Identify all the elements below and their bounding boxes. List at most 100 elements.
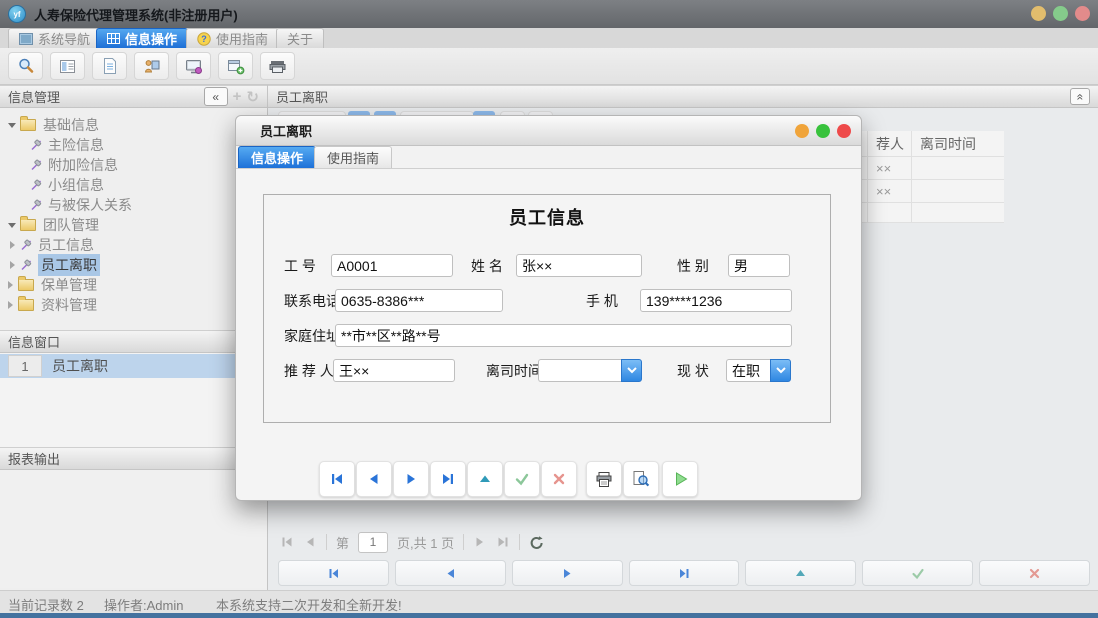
search-button[interactable] [8,52,43,80]
emp-no-input[interactable] [331,254,453,277]
top-button[interactable] [745,560,856,586]
form-view-button[interactable] [50,52,85,80]
collapse-panel-button[interactable]: « [1070,88,1090,105]
folder-icon [20,119,36,131]
tree-item-rider-insurance[interactable]: 附加险信息 [0,155,267,175]
tab-info-ops[interactable]: 信息操作 [96,28,188,48]
monitor-button[interactable] [176,52,211,80]
tree-item-employee-leave[interactable]: 员工离职 [0,255,267,275]
form-view-icon [59,58,77,75]
dialog-minimize-button[interactable] [795,124,809,138]
next-page-icon[interactable] [473,535,487,549]
window-controls [1031,6,1090,21]
cancel-button[interactable] [979,560,1090,586]
agent-board-button[interactable] [134,52,169,80]
minimize-button[interactable] [1031,6,1046,21]
document-button[interactable] [92,52,127,80]
preview-button[interactable] [623,461,659,497]
next-record-button[interactable] [512,560,623,586]
document-icon [102,57,118,75]
confirm-button[interactable] [504,461,540,497]
monitor-icon [185,58,203,75]
tab-about[interactable]: 关于 [276,28,324,48]
dialog-close-button[interactable] [837,124,851,138]
prev-record-button[interactable] [356,461,392,497]
top-button[interactable] [467,461,503,497]
tel-input[interactable] [335,289,503,312]
print-button[interactable] [586,461,622,497]
collapsed-arrow-icon[interactable] [10,241,15,249]
status-input[interactable] [726,359,770,382]
dialog-tab-guide[interactable]: 使用指南 [314,146,392,168]
referrer-input[interactable] [333,359,455,382]
collapsed-arrow-icon[interactable] [8,301,13,309]
dialog-tab-info-ops[interactable]: 信息操作 [238,146,316,168]
printer-button[interactable] [260,52,295,80]
tree-item-employee-info[interactable]: 员工信息 [0,235,267,255]
tree-folder-team-mgmt[interactable]: 团队管理 [0,215,267,235]
last-record-button[interactable] [629,560,740,586]
referrer-group: 推 荐 人 [284,359,334,383]
tree-folder-data-mgmt[interactable]: 资料管理 [0,295,267,315]
collapsed-arrow-icon[interactable] [10,261,15,269]
info-window-row[interactable]: 1 员工离职 [0,354,267,378]
tree-item-insured-relation[interactable]: 与被保人关系 [0,195,267,215]
preview-icon [632,470,650,488]
tab-user-guide[interactable]: ? 使用指南 [186,28,279,48]
leave-date-combo[interactable] [538,359,642,382]
collapsed-arrow-icon[interactable] [8,281,13,289]
name-input[interactable] [516,254,642,277]
prev-record-button[interactable] [395,560,506,586]
divider [519,534,520,550]
cancel-button[interactable] [541,461,577,497]
dropdown-button[interactable] [770,359,791,382]
dialog-maximize-button[interactable] [816,124,830,138]
row-label: 员工离职 [52,356,108,376]
search-icon [17,57,35,75]
tab-label: 使用指南 [216,29,268,48]
tree-folder-basic-info[interactable]: 基础信息 [0,115,267,135]
gender-group: 性 别 [677,254,709,278]
first-page-icon[interactable] [280,535,294,549]
leave-date-label: 离司时间 [486,361,542,381]
grid-icon [107,33,120,44]
tree-label: 主险信息 [48,135,104,155]
status-combo[interactable] [726,359,791,382]
mobile-group: 手 机 [586,289,618,313]
prev-page-icon[interactable] [303,535,317,549]
new-window-button[interactable] [218,52,253,80]
gender-input[interactable] [728,254,790,277]
tool-icon [30,159,42,171]
tab-system-nav[interactable]: 系统导航 [8,28,101,48]
next-record-button[interactable] [393,461,429,497]
tree-item-main-insurance[interactable]: 主险信息 [0,135,267,155]
leave-date-input[interactable] [538,359,621,382]
name-group: 姓 名 [471,254,503,278]
dropdown-button[interactable] [621,359,642,382]
pager-post-label: 页,共 1 页 [397,533,454,552]
employee-leave-dialog: 员工离职 信息操作 使用指南 员工信息 工 号 姓 名 性 别 联系电话 手 机 [235,115,862,501]
refresh-icon[interactable] [529,535,544,550]
col-referrer[interactable]: 荐人 [868,131,912,157]
addr-input[interactable] [335,324,792,347]
confirm-button[interactable] [862,560,973,586]
first-record-button[interactable] [319,461,355,497]
expand-arrow-icon[interactable] [8,223,16,228]
tree-item-group-info[interactable]: 小组信息 [0,175,267,195]
last-record-button[interactable] [430,461,466,497]
collapse-sidebar-button[interactable]: « [204,87,228,106]
first-record-button[interactable] [278,560,389,586]
record-count: 当前记录数 2 [8,595,84,614]
maximize-button[interactable] [1053,6,1068,21]
page-number-input[interactable] [358,532,388,553]
expand-arrow-icon[interactable] [8,123,16,128]
dialog-title-bar[interactable]: 员工离职 [236,116,861,146]
tree-folder-policy-mgmt[interactable]: 保单管理 [0,275,267,295]
close-button[interactable] [1075,6,1090,21]
last-page-icon[interactable] [496,535,510,549]
divider [463,534,464,550]
col-leave-date[interactable]: 离司时间 [912,131,1004,157]
mobile-input[interactable] [640,289,792,312]
run-button[interactable] [662,461,698,497]
status-label: 现 状 [677,361,709,381]
